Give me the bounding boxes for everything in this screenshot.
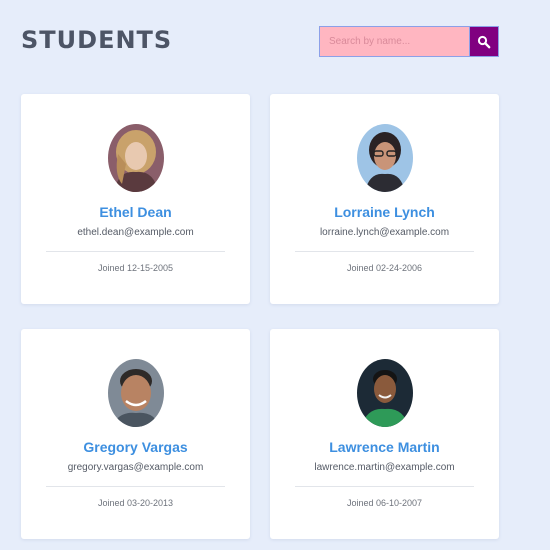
divider [295, 251, 474, 252]
student-card[interactable]: Ethel Dean ethel.dean@example.com Joined… [21, 94, 250, 304]
student-email: gregory.vargas@example.com [67, 462, 204, 473]
search-icon [477, 35, 491, 48]
avatar [108, 359, 164, 427]
divider [46, 251, 225, 252]
joined-date: Joined 06-10-2007 [346, 498, 423, 508]
student-email: ethel.dean@example.com [77, 227, 194, 238]
search-input[interactable] [319, 26, 469, 57]
joined-date: Joined 02-24-2006 [346, 263, 423, 273]
joined-date: Joined 03-20-2013 [97, 498, 174, 508]
search-button[interactable] [469, 26, 499, 57]
divider [295, 486, 474, 487]
student-card[interactable]: Lawrence Martin lawrence.martin@example.… [270, 329, 499, 539]
student-name[interactable]: Lorraine Lynch [270, 204, 499, 220]
avatar [108, 124, 164, 192]
student-name[interactable]: Gregory Vargas [21, 439, 250, 455]
avatar [357, 124, 413, 192]
page-title: STUDENTS [21, 26, 173, 54]
divider [46, 486, 225, 487]
student-email: lorraine.lynch@example.com [319, 227, 450, 238]
joined-date: Joined 12-15-2005 [97, 263, 174, 273]
student-card[interactable]: Gregory Vargas gregory.vargas@example.co… [21, 329, 250, 539]
student-name[interactable]: Ethel Dean [21, 204, 250, 220]
avatar [357, 359, 413, 427]
student-email: lawrence.martin@example.com [314, 462, 455, 473]
search-bar [319, 26, 499, 57]
students-page: STUDENTS Ethel Dean ethel.dean@example.c… [0, 0, 550, 550]
student-card[interactable]: Lorraine Lynch lorraine.lynch@example.co… [270, 94, 499, 304]
student-name[interactable]: Lawrence Martin [270, 439, 499, 455]
